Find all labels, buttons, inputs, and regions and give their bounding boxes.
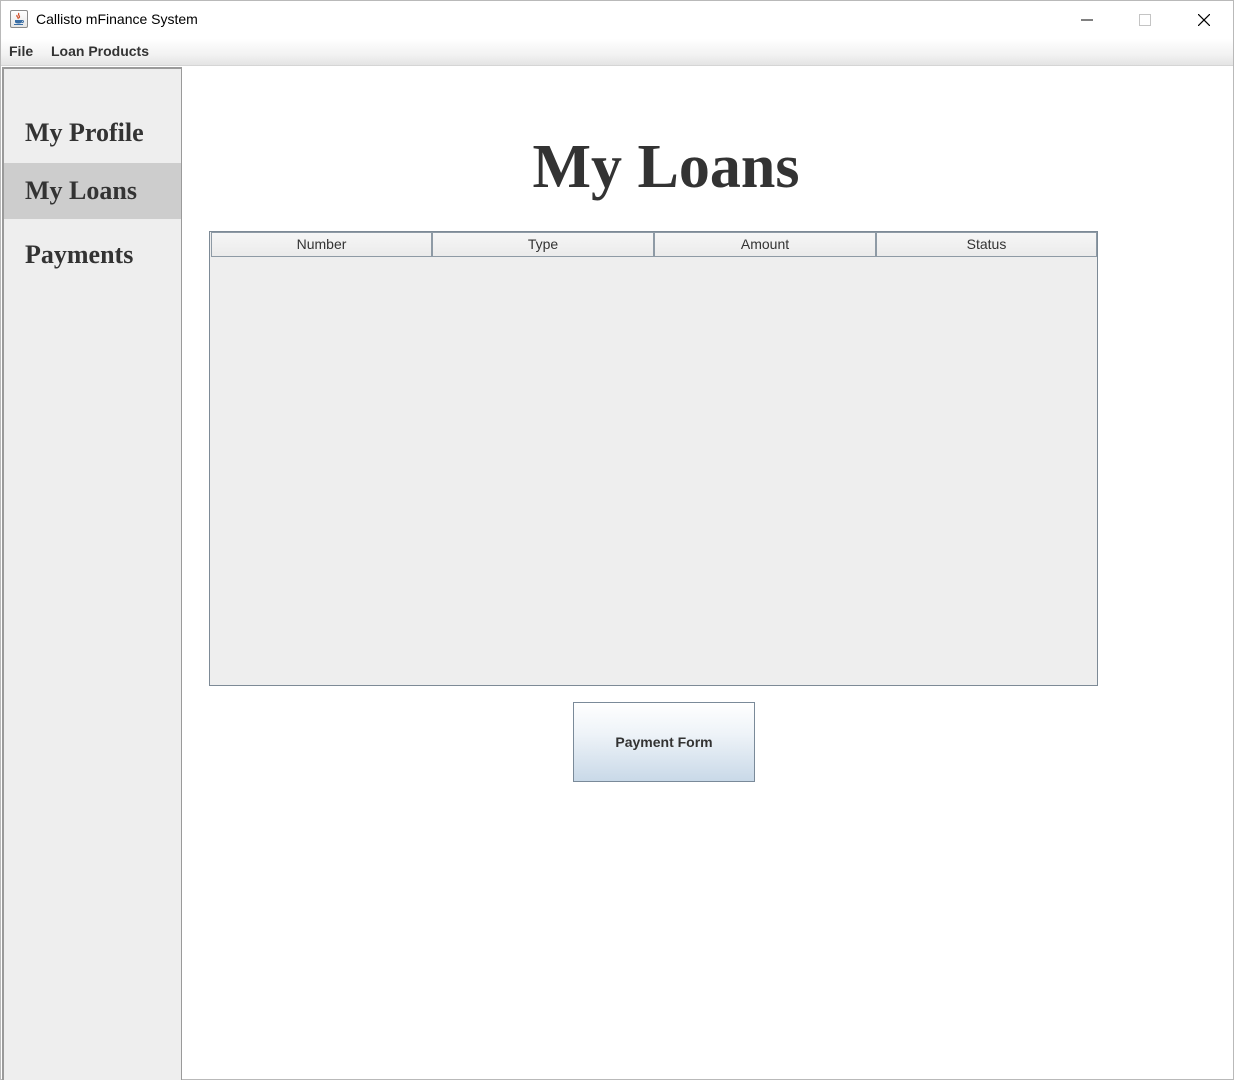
payment-form-button[interactable]: Payment Form — [573, 702, 755, 782]
sidebar-item-my-profile[interactable]: My Profile — [4, 105, 181, 161]
loans-table[interactable]: Number Type Amount Status — [209, 231, 1098, 686]
menu-bar: File Loan Products — [1, 39, 1233, 66]
app-window: Callisto mFinance System File Loan Produ… — [0, 0, 1234, 1080]
maximize-button[interactable] — [1116, 1, 1174, 39]
minimize-icon — [1081, 19, 1093, 21]
close-button[interactable] — [1175, 1, 1233, 39]
sidebar-item-my-loans[interactable]: My Loans — [4, 163, 181, 219]
window-title: Callisto mFinance System — [36, 11, 198, 27]
title-bar[interactable]: Callisto mFinance System — [1, 1, 1233, 39]
sidebar-item-payments[interactable]: Payments — [4, 227, 181, 283]
minimize-button[interactable] — [1058, 1, 1116, 39]
menu-file[interactable]: File — [9, 43, 33, 59]
menu-loan-products[interactable]: Loan Products — [51, 43, 149, 59]
sidebar: My Profile My Loans Payments — [2, 67, 182, 1080]
table-header: Number Type Amount Status — [211, 232, 1097, 257]
column-header-type[interactable]: Type — [432, 232, 654, 257]
maximize-icon — [1139, 14, 1151, 26]
close-icon — [1198, 14, 1210, 26]
column-header-status[interactable]: Status — [876, 232, 1097, 257]
column-header-number[interactable]: Number — [211, 232, 432, 257]
page-title: My Loans — [532, 133, 800, 201]
java-app-icon[interactable] — [10, 10, 28, 28]
column-header-amount[interactable]: Amount — [654, 232, 876, 257]
